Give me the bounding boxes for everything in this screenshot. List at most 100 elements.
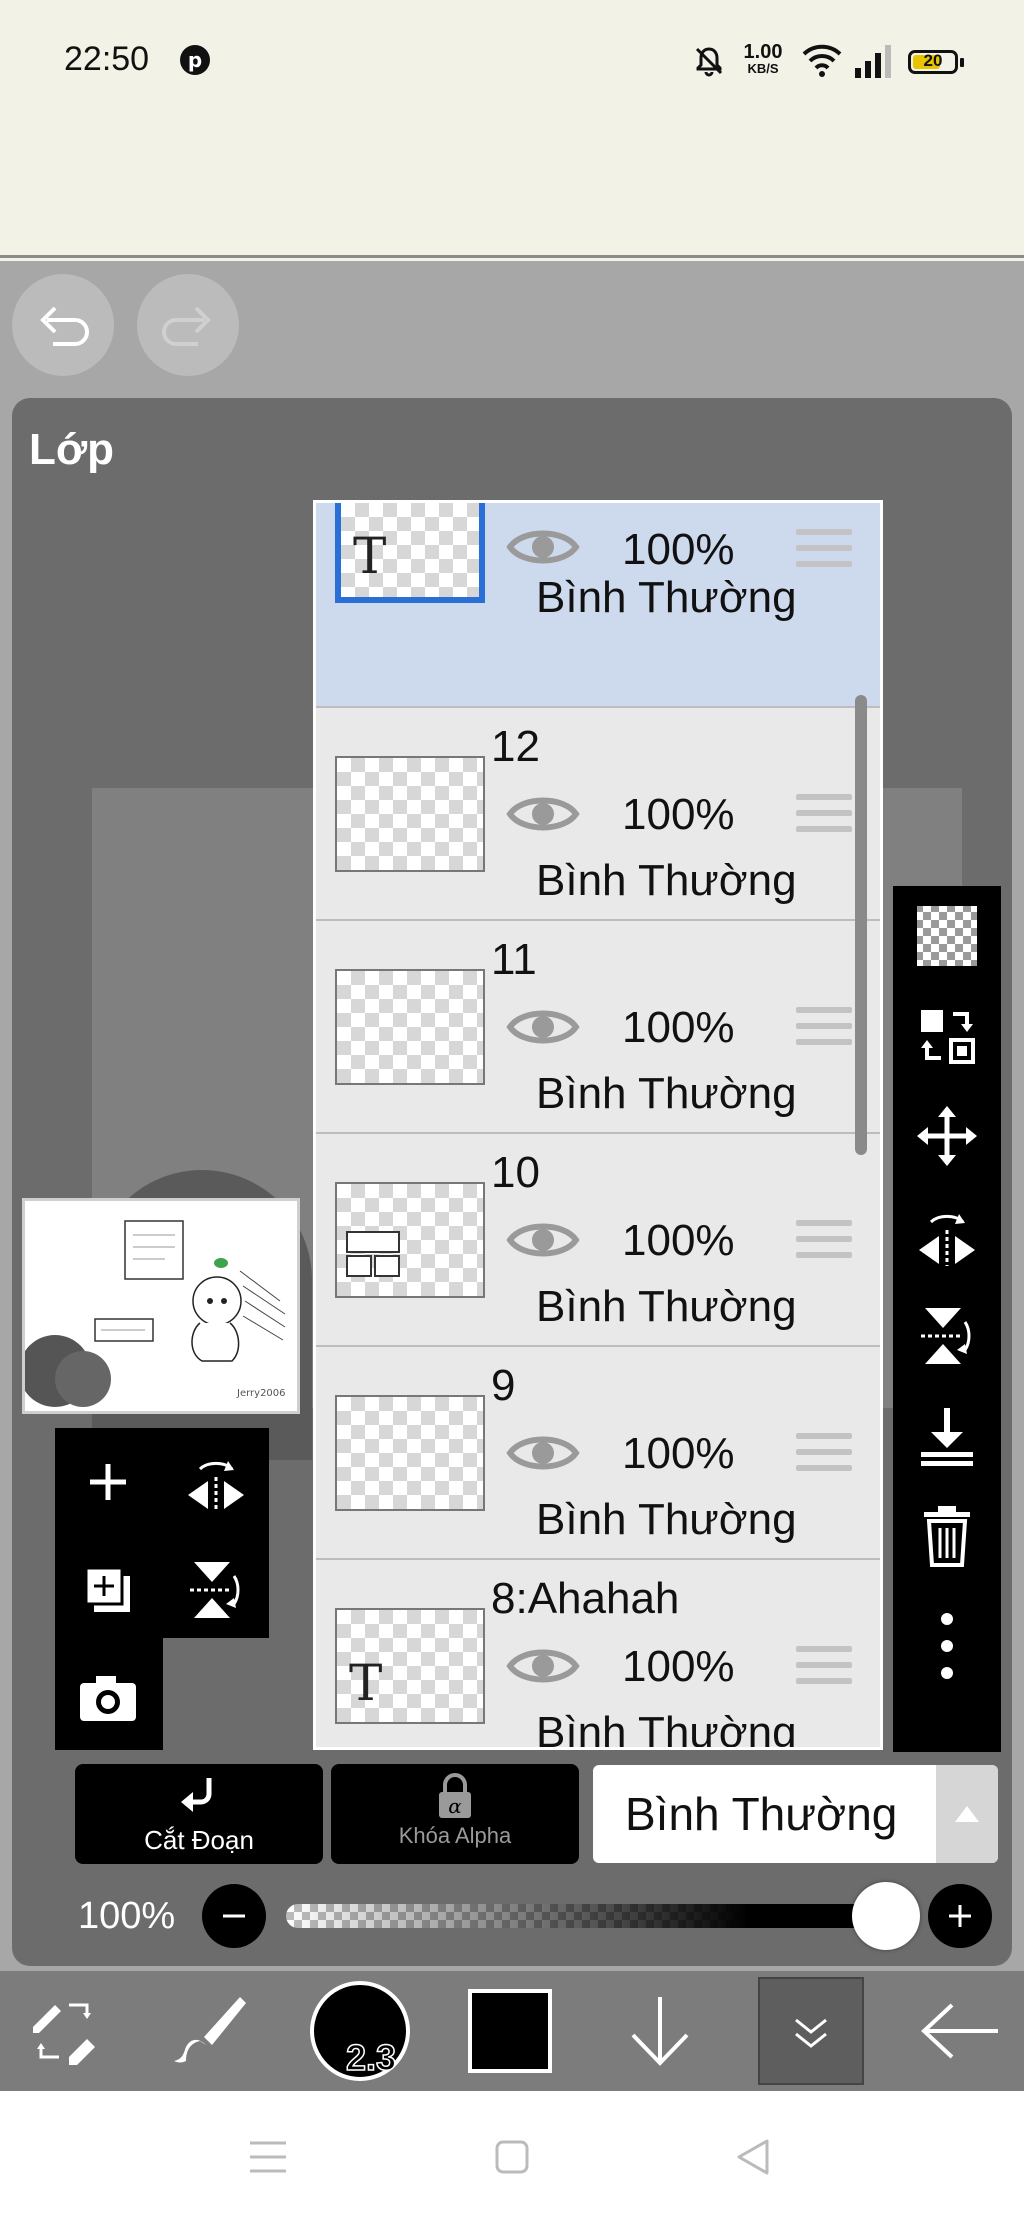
visibility-eye-icon[interactable]: [506, 1216, 580, 1264]
visibility-eye-icon[interactable]: [506, 1003, 580, 1051]
redo-icon: [162, 306, 211, 346]
drag-handle-icon[interactable]: [796, 794, 852, 836]
minus-icon: [223, 1914, 245, 1918]
drag-handle-icon[interactable]: [796, 1646, 852, 1688]
visibility-eye-icon[interactable]: [506, 1642, 580, 1690]
nav-back-button[interactable]: [735, 2137, 771, 2182]
brush-size-button[interactable]: 2.3: [305, 1971, 415, 2091]
add-layer-button[interactable]: [62, 1436, 154, 1528]
layer-list[interactable]: T 100% Bình Thường 12 100% Bình Thường 11 100% B…: [313, 500, 883, 1750]
net-speed: 1.00 KB/S: [738, 42, 788, 75]
tool-switch-button[interactable]: [10, 1971, 120, 2091]
layer-thumbnail: T: [335, 1608, 485, 1724]
net-speed-value: 1.00: [743, 41, 783, 63]
blend-mode-select[interactable]: Bình Thường: [593, 1765, 998, 1863]
alpha-lock-button[interactable]: α Khóa Alpha: [331, 1764, 579, 1864]
checkerboard-icon: [917, 906, 977, 966]
layer-thumbnail: T: [335, 503, 485, 603]
battery-icon: 20: [908, 50, 964, 74]
layer-name: 10: [491, 1148, 540, 1197]
drag-handle-icon[interactable]: [796, 1433, 852, 1475]
layer-name: 9: [491, 1361, 516, 1410]
nav-home-button[interactable]: [494, 2139, 530, 2180]
layer-thumbnail: [335, 1395, 485, 1511]
layer-row[interactable]: T 8:Ahahah 100% Bình Thường: [316, 1560, 880, 1750]
right-toolbar: [893, 886, 1001, 1752]
double-chevron-down-icon: [795, 2018, 827, 2048]
status-bar: [0, 0, 1024, 258]
layer-opacity: 100%: [622, 790, 735, 839]
layer-name: 11: [491, 935, 537, 984]
layer-opacity: 100%: [622, 525, 735, 574]
visibility-eye-icon[interactable]: [506, 1429, 580, 1477]
layer-list-scrollbar[interactable]: [855, 695, 867, 1155]
drag-handle-icon[interactable]: [796, 529, 852, 571]
layer-blend-mode: Bình Thường: [536, 1708, 797, 1750]
layer-opacity: 100%: [622, 1216, 735, 1265]
redo-button[interactable]: [137, 274, 239, 376]
brush-size-indicator: 2.3: [310, 1981, 410, 2081]
delete-layer-button[interactable]: [893, 1486, 1001, 1586]
move-button[interactable]: [893, 1086, 1001, 1186]
visibility-eye-icon[interactable]: [506, 790, 580, 838]
more-options-button[interactable]: [893, 1586, 1001, 1706]
layer-blend-mode: Bình Thường: [536, 1069, 797, 1118]
battery-level: 20: [923, 51, 943, 70]
clipping-button[interactable]: Cắt Đoạn: [75, 1764, 323, 1864]
camera-icon: [80, 1676, 136, 1721]
layer-row[interactable]: 9 100% Bình Thường: [316, 1347, 880, 1560]
arrow-down-icon: [631, 1997, 689, 2066]
flip-horizontal-icon: [919, 1214, 975, 1266]
signal-icon: [855, 45, 891, 78]
blend-mode-value: Bình Thường: [625, 1788, 898, 1840]
layer-blend-mode: Bình Thường: [536, 573, 797, 622]
visibility-eye-icon[interactable]: [506, 523, 580, 571]
canvas-drawing: Jerry2006: [25, 1220, 286, 1407]
layer-row[interactable]: 12 100% Bình Thường: [316, 708, 880, 921]
transparent-fill-button[interactable]: [893, 886, 1001, 986]
trash-icon: [924, 1506, 970, 1567]
clipping-label: Cắt Đoạn: [144, 1825, 254, 1855]
layer-row[interactable]: 11 100% Bình Thường: [316, 921, 880, 1134]
opacity-decrease-button[interactable]: [202, 1884, 266, 1948]
opacity-increase-button[interactable]: [928, 1884, 992, 1948]
canvas-thumbnail[interactable]: Jerry2006: [22, 1198, 300, 1414]
undo-button[interactable]: [12, 274, 114, 376]
layer-row[interactable]: T 100% Bình Thường: [316, 503, 880, 708]
move-icon: [917, 1106, 977, 1166]
flip-horizontal-icon: [188, 1461, 244, 1509]
merge-down-button[interactable]: [893, 1386, 1001, 1486]
lock-icon: α: [439, 1773, 471, 1818]
opacity-slider[interactable]: [286, 1904, 902, 1928]
drag-handle-icon[interactable]: [796, 1007, 852, 1049]
flip-vertical-button-2[interactable]: [893, 1286, 1001, 1386]
nav-menu-button[interactable]: [248, 2139, 288, 2180]
layer-opacity: 100%: [622, 1642, 735, 1691]
flip-vertical-button[interactable]: [170, 1544, 262, 1636]
color-button[interactable]: [455, 1971, 565, 2091]
layer-thumbnail: [335, 1182, 485, 1298]
brush-button[interactable]: [155, 1971, 265, 2091]
brush-size-value: 2.3: [345, 2036, 397, 2079]
pen-eraser-swap-icon: [33, 2003, 95, 2065]
flip-horizontal-button[interactable]: [170, 1436, 262, 1528]
layer-row[interactable]: 10 100% Bình Thường: [316, 1134, 880, 1347]
drag-handle-icon[interactable]: [796, 1220, 852, 1262]
menu-icon: [250, 2141, 286, 2173]
layer-panel-toggle: [758, 1977, 864, 2085]
layer-blend-mode: Bình Thường: [536, 1495, 797, 1544]
svg-text:α: α: [448, 1794, 462, 1818]
panel-frames-icon: [346, 1231, 400, 1277]
more-vertical-icon: [941, 1613, 953, 1679]
swap-layer-button[interactable]: [893, 986, 1001, 1086]
wifi-icon: [802, 44, 842, 77]
merge-down-icon: [921, 1408, 973, 1466]
layer-panel-button[interactable]: [756, 1971, 866, 2091]
flip-vertical-icon: [921, 1308, 971, 1364]
add-special-layer-button[interactable]: [62, 1544, 154, 1636]
back-button[interactable]: [905, 1971, 1015, 2091]
flip-horizontal-button-2[interactable]: [893, 1186, 1001, 1286]
move-down-button[interactable]: [605, 1971, 715, 2091]
camera-button[interactable]: [62, 1652, 154, 1744]
opacity-slider-handle[interactable]: [852, 1882, 920, 1950]
